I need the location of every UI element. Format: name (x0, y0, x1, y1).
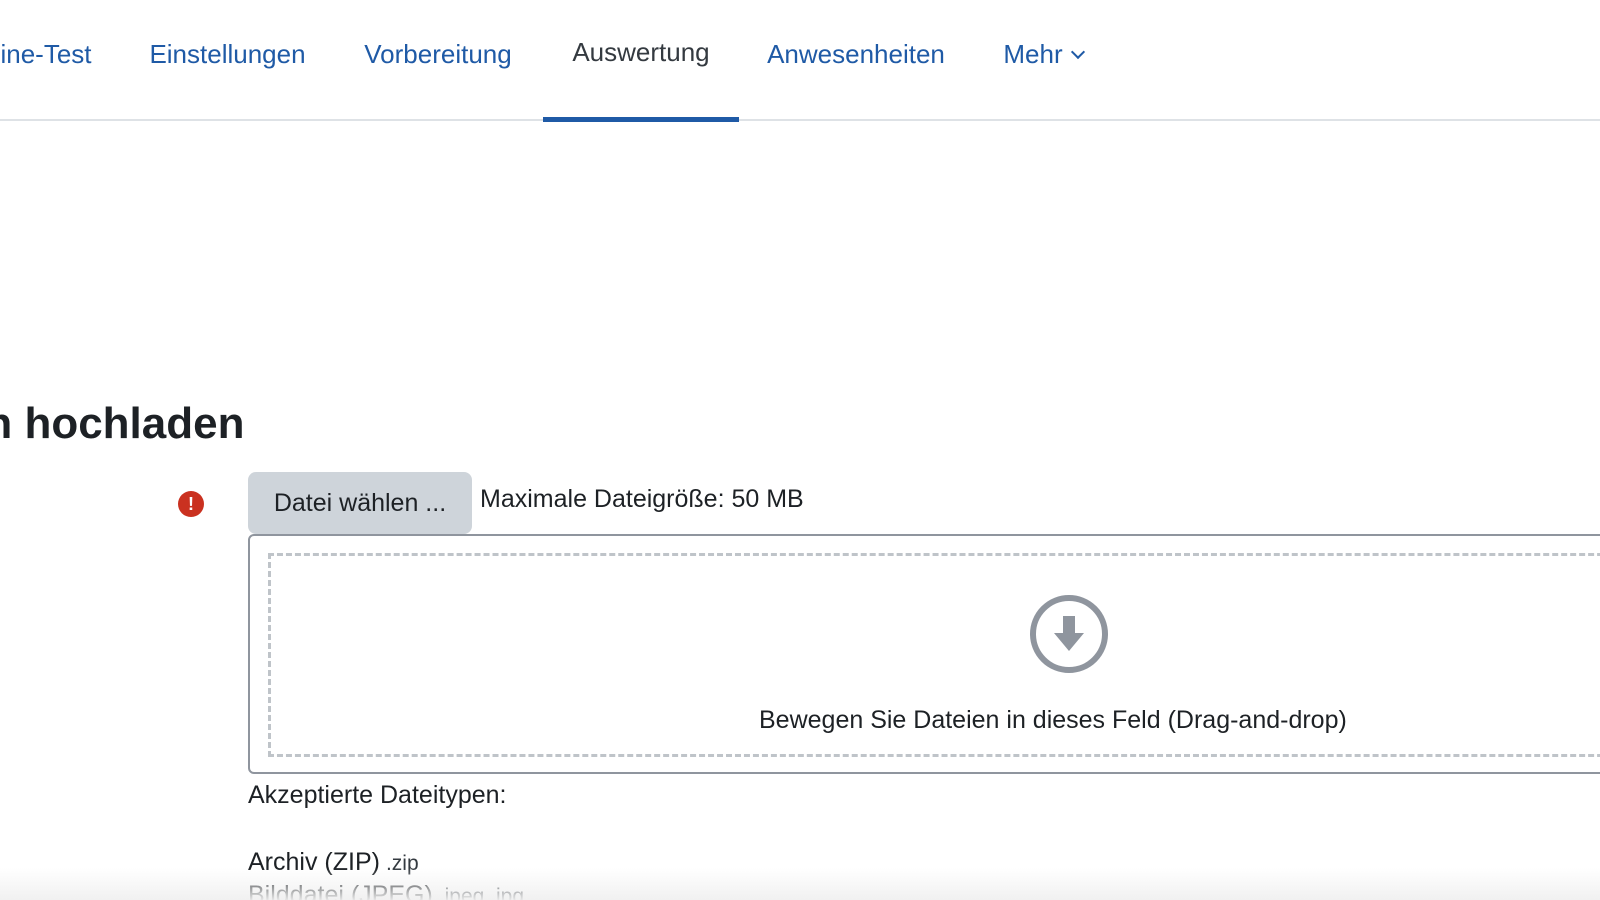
chevron-down-icon (1070, 44, 1085, 59)
secondary-navigation: ine-Test Einstellungen Vorbereitung Ausw… (0, 0, 1600, 122)
dropzone-instructions: Bewegen Sie Dateien in dieses Feld (Drag… (759, 706, 1347, 734)
tab-vorbereitung[interactable]: Vorbereitung (348, 0, 528, 121)
accepted-filetypes-label: Akzeptierte Dateitypen: (248, 781, 507, 809)
tab-anwesenheiten[interactable]: Anwesenheiten (752, 0, 960, 121)
filetype-item: Bilddatei (JPEG) .jpeg .jpg (248, 881, 524, 900)
choose-file-button[interactable]: Datei wählen ... (248, 472, 472, 534)
tab-label: Anwesenheiten (767, 39, 945, 69)
filetype-extension: .zip (385, 852, 419, 875)
tab-online-test[interactable]: ine-Test (0, 0, 98, 121)
page-title: gen hochladen (0, 399, 245, 448)
bottom-fade (0, 868, 1600, 900)
filetype-extension: .jpeg .jpg (438, 885, 525, 900)
tab-label: Mehr (1003, 39, 1063, 69)
arrow-circle-down-icon (1030, 595, 1108, 673)
exclamation-circle-icon: ! (178, 491, 204, 517)
tab-label: ine-Test (0, 39, 92, 69)
tab-einstellungen[interactable]: Einstellungen (120, 0, 335, 121)
filetype-item: Archiv (ZIP) .zip (248, 848, 419, 877)
tab-mehr[interactable]: Mehr (990, 0, 1096, 121)
filetype-name: Bilddatei (JPEG) (248, 881, 433, 900)
tab-label: Einstellungen (149, 39, 306, 69)
tab-label: Auswertung (572, 37, 710, 67)
tab-label: Vorbereitung (364, 39, 512, 69)
filetype-name: Archiv (ZIP) (248, 848, 380, 876)
tab-auswertung[interactable]: Auswertung (543, 0, 739, 122)
page: ine-Test Einstellungen Vorbereitung Ausw… (0, 0, 1600, 900)
max-file-size-label: Maximale Dateigröße: 50 MB (480, 485, 804, 513)
